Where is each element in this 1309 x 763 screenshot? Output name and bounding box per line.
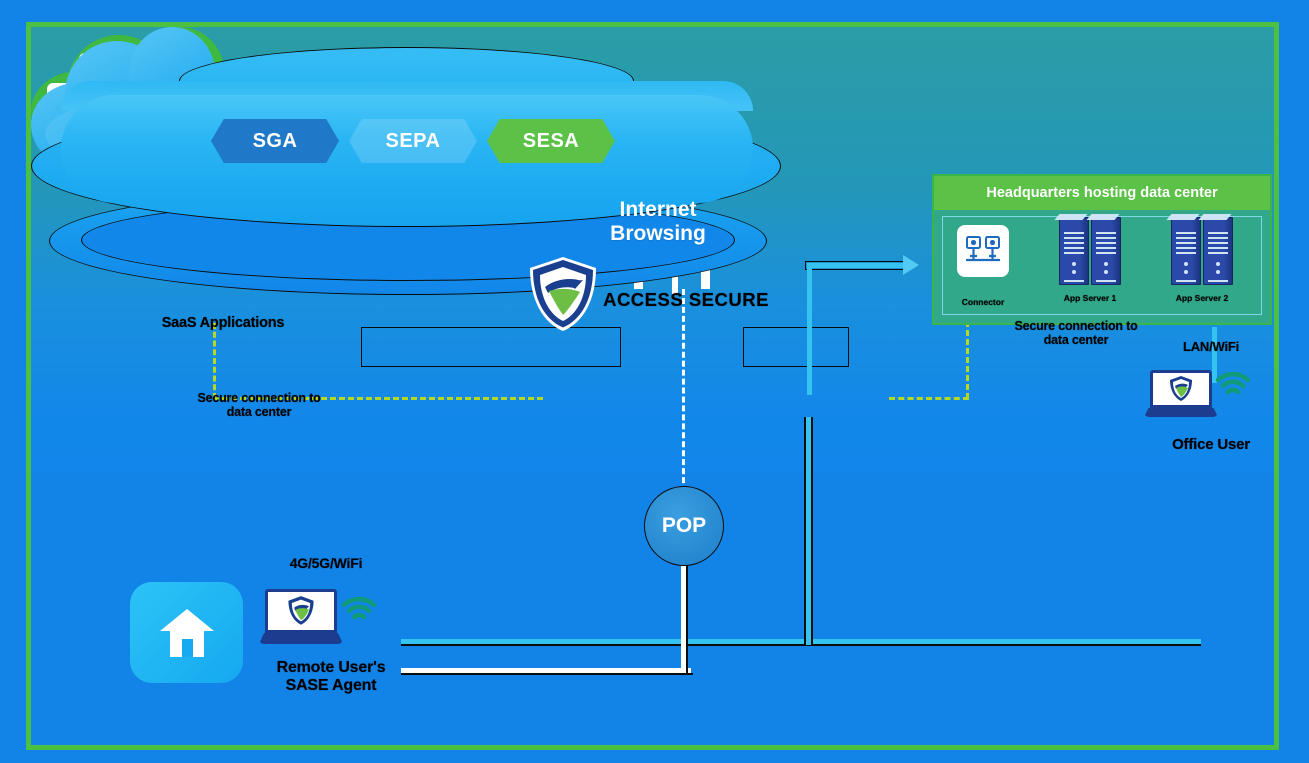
app-server-2-node: App Server 2	[1171, 217, 1233, 303]
pop-label: POP	[661, 514, 707, 537]
sepa-badge-label: SEPA	[385, 129, 441, 152]
app-server-1-icon	[1059, 217, 1121, 285]
remote-user-laptop-icon	[259, 589, 343, 647]
sepa-badge[interactable]: SEPA	[349, 119, 477, 163]
internet-dashed-vertical	[682, 289, 685, 501]
app-server-1-node: App Server 1	[1059, 217, 1121, 303]
hq-arrow-horizontal	[807, 263, 907, 268]
office-user-label: Office User	[1172, 436, 1250, 453]
headquarters-data-center: Headquarters hosting data center Connect…	[932, 174, 1272, 325]
connector-label: Connector	[961, 297, 1005, 307]
right-trunk-line-edge	[811, 417, 813, 645]
remote-user-label: Remote User's SASE Agent	[276, 659, 386, 694]
remote-wifi-icon	[342, 597, 376, 620]
right-trunk-line-edge2	[804, 417, 806, 645]
remote-link-label-text: 4G/5G/WiFi	[289, 555, 363, 571]
diagram-frame: HUAWEI aws Alibaba Cloud Azure	[26, 22, 1279, 750]
office-shield-icon	[1170, 376, 1192, 401]
office-wifi-icon	[1216, 372, 1250, 395]
saas-secure-connection-label: Secure connection to data center	[197, 391, 321, 419]
pop-node[interactable]: POP	[644, 486, 724, 566]
saas-applications-label: SaaS Applications	[161, 315, 285, 331]
sga-badge[interactable]: SGA	[211, 119, 339, 163]
app-server-2-icon	[1171, 217, 1233, 285]
app-server-1-label: App Server 1	[1063, 293, 1117, 303]
sga-badge-label: SGA	[252, 129, 298, 152]
headquarters-inner-panel: Connector App Server 1 App Server 2	[942, 216, 1262, 315]
office-link-label: LAN/WiFi	[1182, 339, 1240, 354]
hq-arrow-head-icon	[903, 255, 919, 275]
remote-cyan-line-shadow	[401, 644, 1201, 646]
office-user-laptop-icon	[1144, 370, 1218, 422]
sesa-badge[interactable]: SESA	[487, 119, 615, 163]
app-server-2-label: App Server 2	[1175, 293, 1229, 303]
sesa-badge-label: SESA	[522, 129, 580, 152]
headquarters-title: Headquarters hosting data center	[934, 176, 1270, 210]
remote-shield-icon	[288, 596, 314, 625]
hq-arrow-vertical	[807, 263, 812, 395]
connector-icon	[957, 225, 1009, 277]
remote-white-line-shadow	[401, 673, 693, 675]
connector-node: Connector	[957, 225, 1009, 307]
internet-browsing-label: Internet Browsing	[610, 198, 706, 245]
access-secure-label: ACCESS SECURE	[603, 289, 769, 310]
